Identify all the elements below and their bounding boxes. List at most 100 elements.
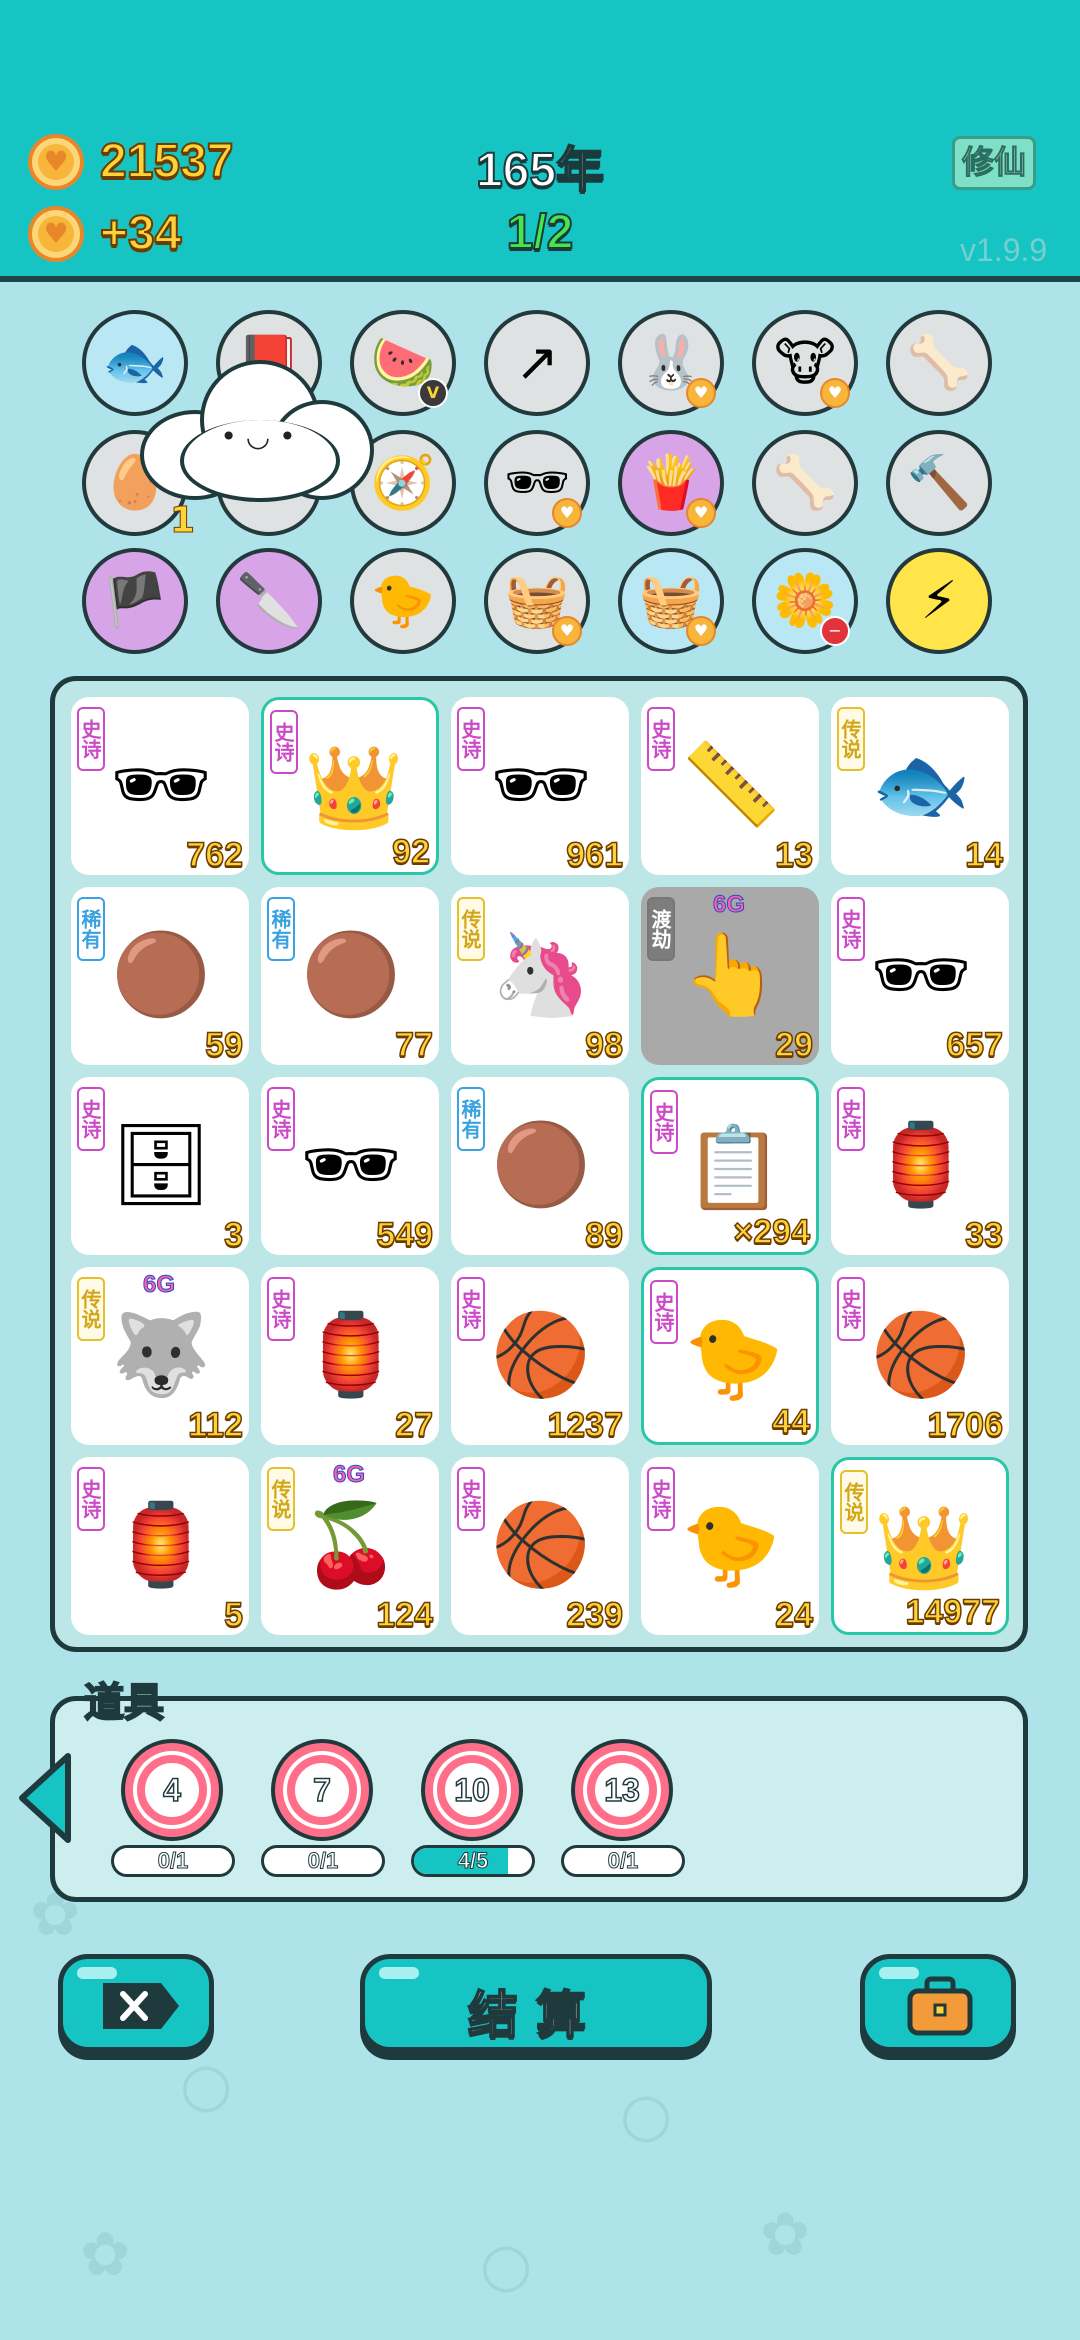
delete-icon [103, 1983, 179, 2029]
koi-fish-icon: 🐟 [871, 738, 971, 831]
relic-pet-bowl-2[interactable]: 🦴 [752, 430, 858, 536]
board-card-green-hat-man[interactable]: 史诗 🕶 762 [71, 697, 249, 875]
gray-hair-chick-icon: 🐤 [681, 1498, 781, 1591]
target-icon: 10 [437, 1755, 507, 1825]
relic-chick-egg[interactable]: 🐤 [350, 548, 456, 654]
small-ball-icon: 🟤 [111, 928, 211, 1021]
board-card-husky-king[interactable]: 传说 6G 🐺 112 [71, 1267, 249, 1445]
props-title: 道具 [83, 1679, 165, 1727]
ctrl-c-cards-icon: 📋 [684, 1121, 784, 1214]
card-value: 33 [964, 1215, 1003, 1255]
arrow-box-icon: ↗ [515, 333, 559, 393]
green-hat-man-icon: 🕶 [490, 738, 592, 831]
prop-target-10[interactable]: 10 [421, 1739, 523, 1841]
board-card-gray-hair-chick[interactable]: 史诗 🐤 44 [641, 1267, 819, 1445]
relic-arrow-box[interactable]: ↗ [484, 310, 590, 416]
prop-target-13[interactable]: 13 [571, 1739, 673, 1841]
cultivate-button[interactable]: 修仙 [952, 136, 1036, 190]
relic-fruit-basket-2[interactable]: 🧺 ♥ [484, 548, 590, 654]
relic-fruit-basket-3[interactable]: 🧺 ♥ [618, 548, 724, 654]
board-card-green-hat-ball[interactable]: 史诗 🏀 239 [451, 1457, 629, 1635]
target-icon: 4 [137, 1755, 207, 1825]
board-card-gray-hair-chick[interactable]: 史诗 🐤 24 [641, 1457, 819, 1635]
eyepatch-icon: 🏴 [102, 571, 168, 631]
progress-label: 0/1 [157, 1848, 189, 1874]
green-hat-man-icon: 🕶 [110, 738, 212, 831]
board-card-rabbit-tent[interactable]: 史诗 🏮 27 [261, 1267, 439, 1445]
board-card-king-grin[interactable]: 传说 👑 14977 [831, 1457, 1009, 1635]
green-hat-ball-icon: 🏀 [491, 1498, 591, 1591]
props-panel: 4 0/1 7 0/1 10 4/5 13 0/1 [50, 1696, 1028, 1902]
prop-target-4[interactable]: 4 [121, 1739, 223, 1841]
relic-badge: ♥ [686, 378, 716, 408]
board-card-ctrl-c-cards[interactable]: 史诗 📋 ×294 [641, 1077, 819, 1255]
relic-eyepatch[interactable]: 🏴 [82, 548, 188, 654]
board-card-king-elder[interactable]: 史诗 👑 92 [261, 697, 439, 875]
relic-sunglasses-pair[interactable]: 🕶 ♥ [484, 430, 590, 536]
card-value: ×294 [733, 1212, 811, 1252]
card-value: 5 [223, 1595, 243, 1635]
hammer-icon: 🔨 [906, 453, 972, 513]
small-ball-icon: 🟤 [301, 928, 401, 1021]
relic-badge: − [820, 616, 850, 646]
card-value: 549 [376, 1215, 434, 1255]
progress-label: 0/1 [607, 1848, 639, 1874]
progress-label: 4/5 [457, 1848, 489, 1874]
board-card-rabbit-tent[interactable]: 史诗 🏮 33 [831, 1077, 1009, 1255]
board-card-unicorn[interactable]: 传说 🦄 98 [451, 887, 629, 1065]
board-card-small-ball[interactable]: 稀有 🟤 89 [451, 1077, 629, 1255]
board-card-small-ball[interactable]: 稀有 🟤 59 [71, 887, 249, 1065]
board-card-twin-fruit[interactable]: 传说 6G 🍒 124 [261, 1457, 439, 1635]
board-card-green-hat-ball[interactable]: 史诗 🏀 1706 [831, 1267, 1009, 1445]
board-card-green-hat-man[interactable]: 史诗 🕶 657 [831, 887, 1009, 1065]
card-value: 14 [964, 835, 1003, 875]
rabbit-tent-icon: 🏮 [301, 1308, 401, 1401]
backpack-button[interactable] [860, 1954, 1016, 2052]
twin-fruit-icon: 🍒 [301, 1498, 401, 1591]
board-card-pointing-hand[interactable]: 渡劫 6G 👆 29 [641, 887, 819, 1065]
unicorn-icon: 🦄 [491, 928, 591, 1021]
prop-progress: 0/1 [261, 1845, 385, 1877]
board-card-small-ball[interactable]: 稀有 🟤 77 [261, 887, 439, 1065]
relic-potted-star[interactable]: 🌼 − [752, 548, 858, 654]
income-coin-icon [28, 206, 84, 262]
card-value: 657 [946, 1025, 1004, 1065]
coin-icon [28, 134, 84, 190]
relic-badge: V [418, 378, 448, 408]
target-icon: 13 [587, 1755, 657, 1825]
cancel-button[interactable] [58, 1954, 214, 2052]
relic-cleaver[interactable]: 🔪 [216, 548, 322, 654]
board-card-green-hat-ball[interactable]: 史诗 🏀 1237 [451, 1267, 629, 1445]
scroll-left-arrow-icon[interactable] [14, 1750, 76, 1846]
settle-button[interactable]: 结算 [360, 1954, 712, 2052]
green-hat-man-icon: 🕶 [870, 928, 972, 1021]
pointing-hand-icon: 👆 [681, 928, 781, 1021]
board-card-server-rack[interactable]: 史诗 🗄 3 [71, 1077, 249, 1255]
rabbit-tent-icon: 🏮 [871, 1118, 971, 1211]
relic-twin-cows[interactable]: 🐮 ♥ [752, 310, 858, 416]
coin-total: 21537 [99, 134, 234, 189]
green-hat-man-icon: 🕶 [300, 1118, 402, 1211]
board-card-green-hat-man[interactable]: 史诗 🕶 549 [261, 1077, 439, 1255]
relic-rabbit[interactable]: 🐰 ♥ [618, 310, 724, 416]
prop-value: 10 [453, 1771, 490, 1809]
card-value: 124 [376, 1595, 434, 1635]
pet-bowl-icon: 🦴 [906, 333, 972, 393]
round-counter: 1/2 [506, 205, 575, 260]
board-card-ruler[interactable]: 史诗 📏 13 [641, 697, 819, 875]
card-value: 98 [584, 1025, 623, 1065]
card-value: 239 [566, 1595, 624, 1635]
cleaver-icon: 🔪 [236, 571, 302, 631]
relic-badge: ♥ [686, 616, 716, 646]
relic-hammer[interactable]: 🔨 [886, 430, 992, 536]
relic-pet-bowl[interactable]: 🦴 [886, 310, 992, 416]
board-card-green-hat-man[interactable]: 史诗 🕶 961 [451, 697, 629, 875]
board-card-rabbit-tent[interactable]: 史诗 🏮 5 [71, 1457, 249, 1635]
card-value: 14977 [905, 1592, 1001, 1632]
relic-lightning-fries[interactable]: 🍟 ♥ [618, 430, 724, 536]
card-value: 112 [187, 1405, 243, 1445]
board-card-koi-fish[interactable]: 传说 🐟 14 [831, 697, 1009, 875]
prop-value: 7 [312, 1771, 331, 1809]
relic-lightning-bolt[interactable]: ⚡ [886, 548, 992, 654]
prop-target-7[interactable]: 7 [271, 1739, 373, 1841]
